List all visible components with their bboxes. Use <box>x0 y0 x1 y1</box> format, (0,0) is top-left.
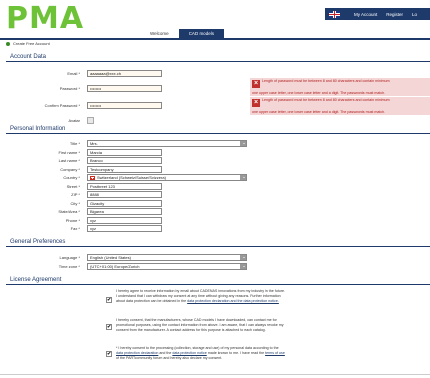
confirm-password-field[interactable]: •••••••• <box>87 102 162 109</box>
fax-label: Fax * <box>70 226 80 231</box>
tab-cad-models[interactable]: CAD models <box>178 29 224 38</box>
street-field[interactable]: Postbreet 123 <box>87 182 162 190</box>
manufacturer-text: I hereby consent, that the manufacturers… <box>116 318 284 332</box>
state-label: State/Area * <box>58 209 80 214</box>
street-row: Street * Postbreet 123 <box>0 182 430 190</box>
section-title: License Agreement <box>10 277 62 283</box>
my-account-link[interactable]: My Account <box>354 12 377 17</box>
password-error-text: Length of password must be between 8 and… <box>262 79 390 83</box>
password-label: Password * <box>59 86 80 91</box>
navbar-divider <box>0 38 430 40</box>
confirm-password-label: Confirm Password * <box>44 103 80 108</box>
first-name-label: First name * <box>58 149 80 155</box>
uk-flag-icon[interactable] <box>328 10 340 18</box>
pma-logo[interactable]: PMA <box>6 4 84 34</box>
section-account-data: Account Data <box>6 52 430 62</box>
city-row: City * Gizacity <box>0 199 430 207</box>
confirm-password-error: × Length of password must be between 8 a… <box>250 97 430 109</box>
timezone-row: Time zone * (UTC+01:00) Europe/Zurich <box>0 263 430 270</box>
email-row: Email * aaaaaaa@xxx.ch <box>0 70 430 77</box>
title-select[interactable]: Mrs. <box>87 140 247 147</box>
password-error-cont: one upper case letter, one lower case le… <box>250 90 430 96</box>
data-processing-text-mid: and the <box>159 350 172 355</box>
swiss-flag-icon <box>90 176 95 180</box>
avatar-row: Avatar <box>0 117 430 124</box>
privacy-declaration-link[interactable]: data protection declaration <box>116 351 158 355</box>
company-field[interactable]: Testcompany <box>87 165 162 173</box>
city-label: City * <box>70 200 80 206</box>
zip-field[interactable]: 8888 <box>87 191 162 198</box>
title-label: Title * <box>69 141 80 146</box>
tab-welcome[interactable]: Welcome <box>140 29 179 38</box>
first-name-field[interactable]: Marcia <box>87 148 162 156</box>
section-personal-information: Personal Information <box>6 124 430 134</box>
bullet-icon <box>6 41 10 46</box>
avatar-upload[interactable] <box>87 117 94 124</box>
section-title: Account Data <box>10 54 47 60</box>
language-label: Language * <box>59 255 80 260</box>
country-label: Country * <box>63 175 80 180</box>
email-field[interactable]: aaaaaaa@xxx.ch <box>87 70 162 77</box>
first-name-row: First name * Marcia <box>0 148 430 156</box>
country-row: Country * Switzerland (Schweiz/Suisse/Sv… <box>0 174 430 181</box>
fax-field[interactable]: xyz <box>87 225 162 232</box>
section-title: General Preferences <box>10 239 66 245</box>
fax-row: Fax * xyz <box>0 225 430 232</box>
newsletter-text: I hereby agree to receive information by… <box>116 289 286 303</box>
data-processing-text-end: of the PARTcommunity forum and hereby al… <box>116 355 223 360</box>
timezone-select[interactable]: (UTC+01:00) Europe/Zurich <box>87 263 247 270</box>
manufacturer-checkbox[interactable]: ✔ <box>106 324 112 330</box>
top-navigation: My Account Register Lo <box>324 8 430 20</box>
confirm-error-text: Length of password must be between 8 and… <box>262 98 390 102</box>
state-row: State/Area * Bigarea <box>0 208 430 215</box>
country-value: Switzerland (Schweiz/Suisse/Svizzera) <box>97 175 166 180</box>
login-link[interactable]: Lo <box>412 12 417 17</box>
language-row: Language * English (United States) <box>0 254 430 261</box>
timezone-label: Time zone * <box>58 264 80 269</box>
zip-label: ZIP * <box>71 192 80 197</box>
error-x-icon: × <box>252 99 260 107</box>
newsletter-privacy-link[interactable]: data protection declaration and the data… <box>187 299 279 303</box>
section-general-preferences: General Preferences <box>6 237 430 247</box>
error-x-icon: × <box>252 80 260 88</box>
phone-row: Phone * xyz <box>0 216 430 224</box>
newsletter-checkbox[interactable]: ✔ <box>106 297 112 303</box>
password-error: × Length of password must be between 8 a… <box>250 78 430 90</box>
phone-label: Phone * <box>65 217 80 223</box>
data-processing-text-body: * I hereby consent to the processing (co… <box>116 346 279 350</box>
last-name-field[interactable]: Branco <box>87 157 162 164</box>
company-label: Company * <box>60 166 80 172</box>
section-license-agreement: License Agreement <box>6 275 430 285</box>
country-select[interactable]: Switzerland (Schweiz/Suisse/Svizzera) <box>87 174 247 181</box>
footer-divider <box>0 374 430 375</box>
street-label: Street * <box>66 183 80 189</box>
last-name-label: Last name * <box>58 158 80 163</box>
password-field[interactable]: •••••••• <box>87 85 162 92</box>
last-name-row: Last name * Branco <box>0 157 430 164</box>
data-processing-checkbox[interactable]: ✔ <box>106 351 112 357</box>
zip-row: ZIP * 8888 <box>0 191 430 198</box>
data-processing-text: * I hereby consent to the processing (co… <box>116 346 286 360</box>
register-link[interactable]: Register <box>386 12 403 17</box>
state-field[interactable]: Bigarea <box>87 208 162 215</box>
data-processing-text-mid2: made known to me. I have read the <box>207 350 265 355</box>
city-field[interactable]: Gizacity <box>87 199 162 207</box>
language-select[interactable]: English (United States) <box>87 254 247 261</box>
email-label: Email * <box>67 71 80 76</box>
avatar-label: Avatar <box>68 118 81 123</box>
main-tabs: Welcome CAD models <box>140 29 224 38</box>
section-title: Personal Information <box>10 126 66 132</box>
company-row: Company * Testcompany <box>0 165 430 173</box>
breadcrumb: Create Free Account <box>6 41 50 46</box>
title-row: Title * Mrs. <box>0 140 430 147</box>
confirm-error-cont: one upper case letter, one lower case le… <box>250 109 430 115</box>
privacy-notice-link[interactable]: data protection notice <box>172 351 206 355</box>
terms-of-use-link[interactable]: terms of use <box>265 351 285 355</box>
phone-field[interactable]: xyz <box>87 216 162 224</box>
breadcrumb-label[interactable]: Create Free Account <box>13 41 50 46</box>
